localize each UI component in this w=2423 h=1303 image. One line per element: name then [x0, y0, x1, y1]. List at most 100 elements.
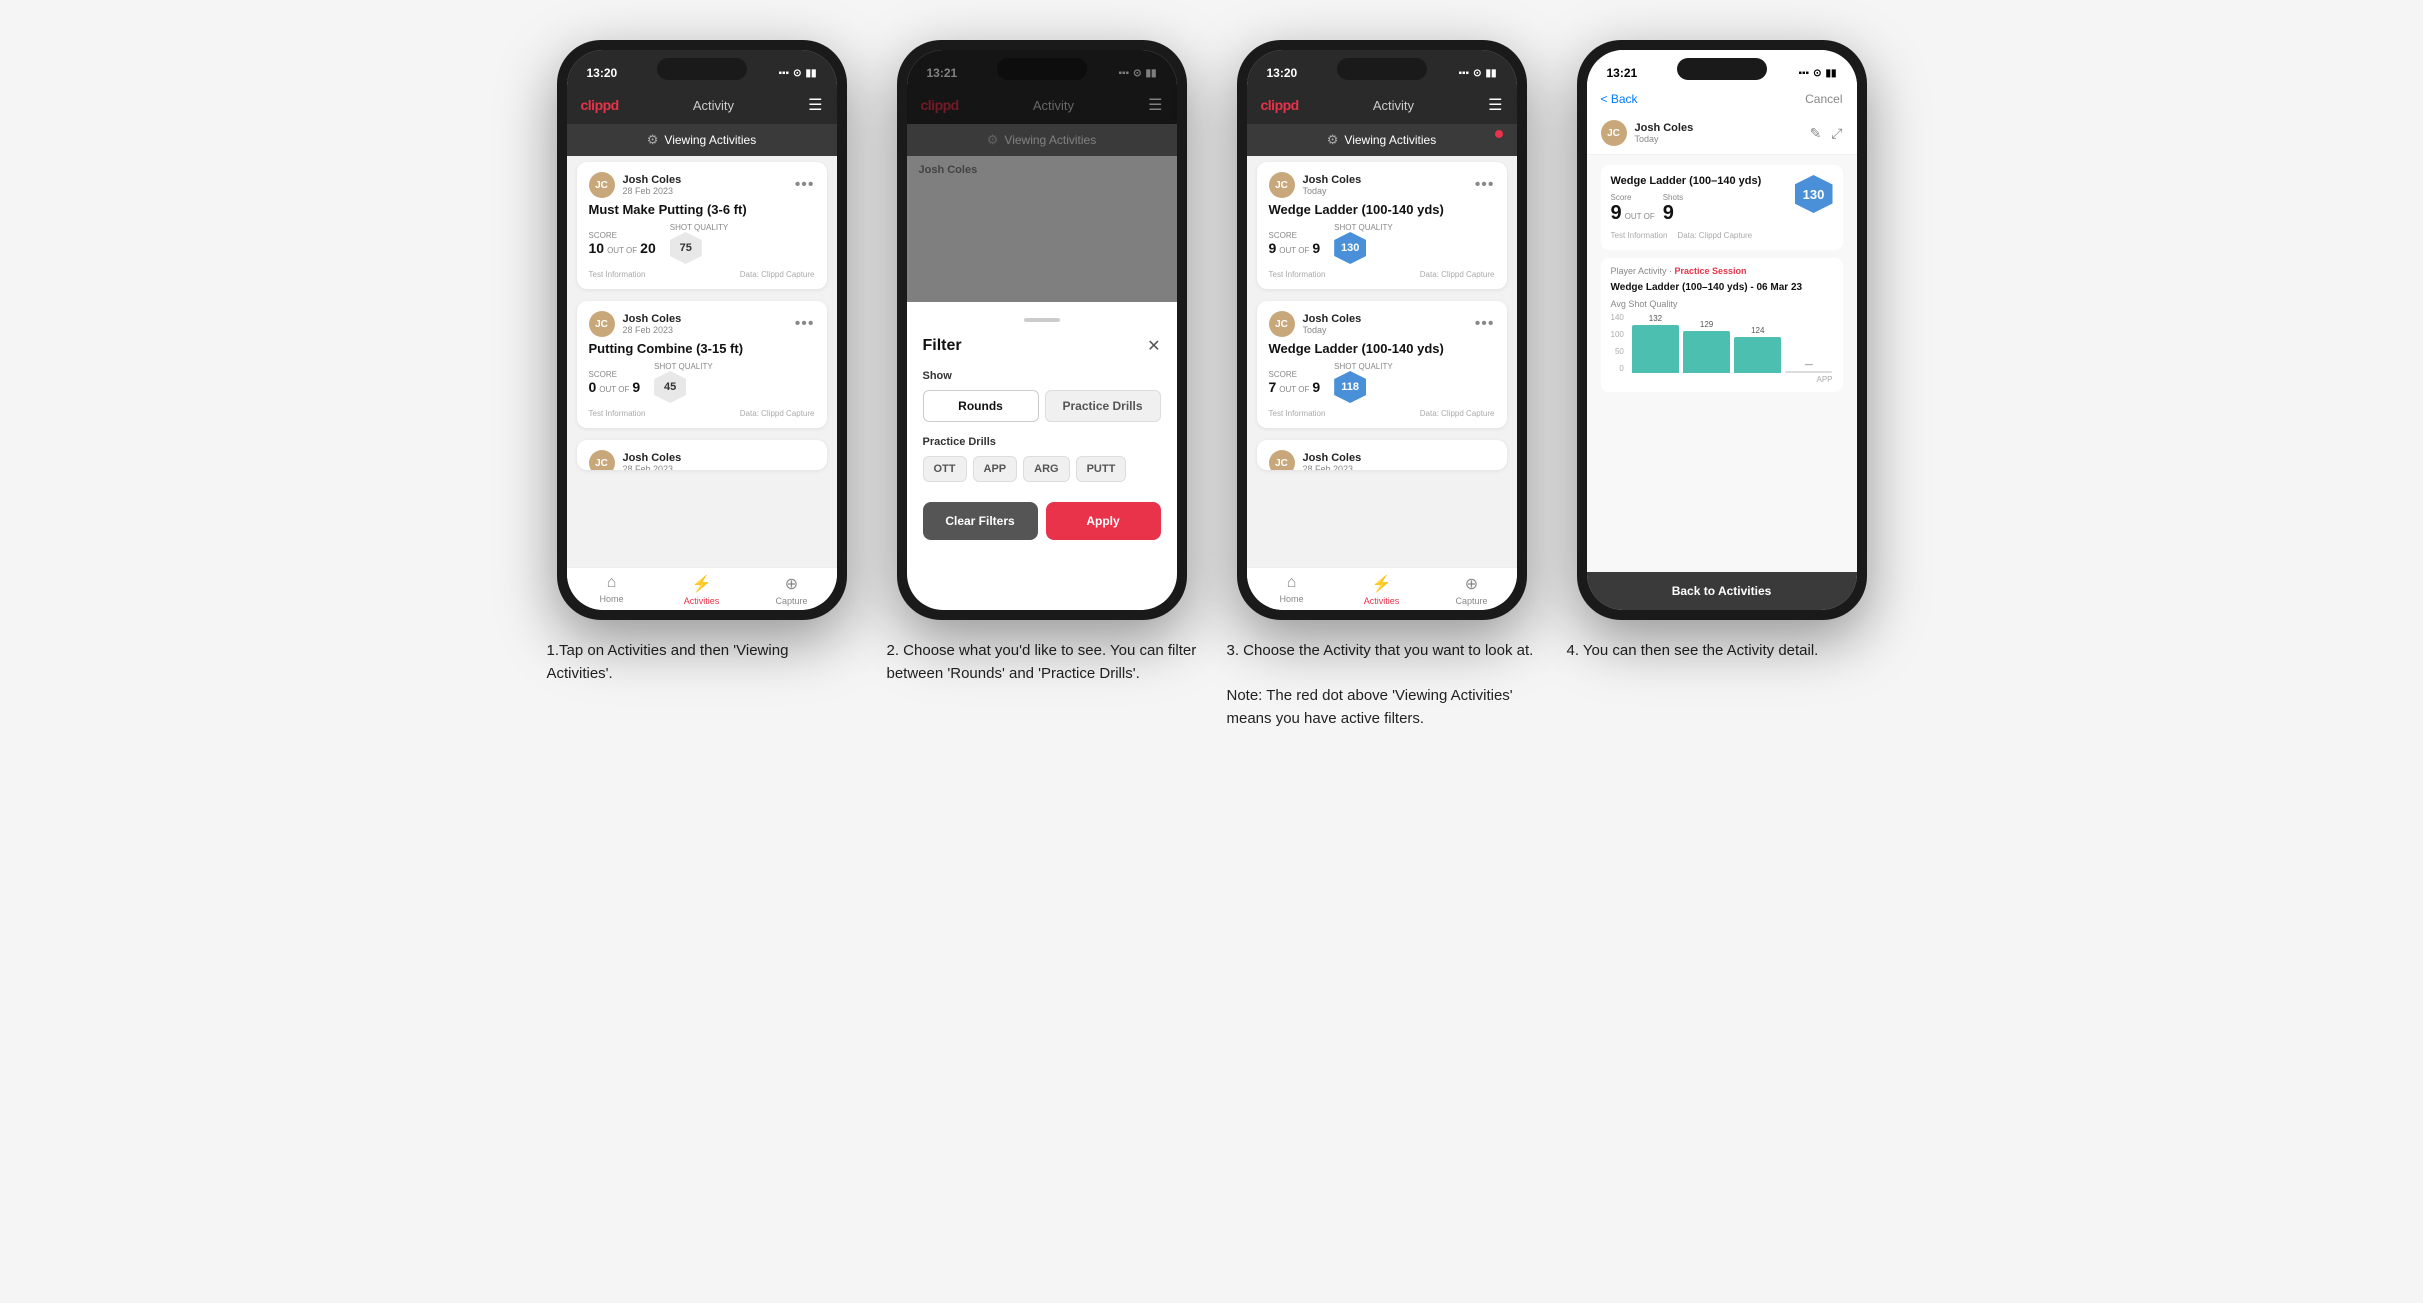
avatar-3-3: JC [1269, 450, 1295, 470]
score-label-3-1: Score [1269, 231, 1321, 240]
data-source-1-1: Data: Clippd Capture [740, 270, 815, 279]
data-source-3-1: Data: Clippd Capture [1420, 270, 1495, 279]
apply-btn[interactable]: Apply [1046, 502, 1161, 540]
chart-subtitle-4: Wedge Ladder (100–140 yds) - 06 Mar 23 [1611, 282, 1833, 293]
card-header-3-2: JC Josh Coles Today ••• [1269, 311, 1495, 337]
hamburger-icon-1[interactable]: ☰ [808, 95, 822, 115]
step-1-col: 13:20 ▪▪▪ ⊙ ▮▮ clippd Activity ☰ ⚙ Vie [547, 40, 857, 730]
activities-icon-1: ⚡ [692, 574, 712, 594]
outof-text-3-2: OUT OF [1279, 385, 1309, 394]
back-to-activities-btn-4[interactable]: Back to Activities [1587, 572, 1857, 610]
score-outof-3-2: 7 OUT OF 9 [1269, 379, 1321, 395]
tab-capture-label-1: Capture [775, 596, 807, 606]
card-footer-3-2: Test Information Data: Clippd Capture [1269, 409, 1495, 418]
bar-rect-2-4 [1683, 331, 1730, 373]
avatar-1-1: JC [589, 172, 615, 198]
avatar-1-3: JC [589, 450, 615, 470]
back-btn-4[interactable]: < Back [1601, 92, 1638, 106]
step-desc-text-1: 1.Tap on Activities and then 'Viewing Ac… [547, 642, 789, 682]
bar-label-1-4: 132 [1649, 314, 1662, 323]
activity-card-1-2[interactable]: JC Josh Coles 28 Feb 2023 ••• Putting Co… [577, 301, 827, 428]
modal-header: Filter ✕ [923, 336, 1161, 356]
shots-value-3-2: 9 [1312, 379, 1320, 395]
score-value-3-2: 7 [1269, 379, 1277, 395]
chart-title-4: Avg Shot Quality [1611, 299, 1833, 309]
tab-home-3[interactable]: ⌂ Home [1247, 574, 1337, 606]
edit-icon-4[interactable]: ✎ [1810, 125, 1822, 142]
phone-inner-4: 13:21 ▪▪▪ ⊙ ▮▮ < Back Cancel JC [1587, 50, 1857, 610]
status-icons-1: ▪▪▪ ⊙ ▮▮ [778, 68, 816, 79]
tab-capture-3[interactable]: ⊕ Capture [1427, 574, 1517, 606]
bar-4-4: — [1785, 360, 1832, 373]
user-name-1-1: Josh Coles [623, 174, 682, 186]
detail-quality-hex-4: 130 [1795, 175, 1833, 213]
quality-group-1-2: Shot Quality 45 [654, 362, 713, 403]
activity-card-3-1[interactable]: JC Josh Coles Today ••• Wedge Ladder (10… [1257, 162, 1507, 289]
step-desc-4: 4. You can then see the Activity detail. [1567, 640, 1877, 663]
drill-arg-btn[interactable]: ARG [1023, 456, 1069, 482]
bar-label-4-4: — [1805, 360, 1813, 369]
user-name-4: Josh Coles [1635, 122, 1694, 134]
card-user-1-2: JC Josh Coles 28 Feb 2023 [589, 311, 682, 337]
clippd-logo-3: clippd [1261, 97, 1299, 113]
rounds-btn[interactable]: Rounds [923, 390, 1039, 422]
wifi-icon-3: ⊙ [1473, 68, 1481, 79]
modal-handle [1024, 318, 1060, 322]
cancel-btn-4[interactable]: Cancel [1805, 92, 1842, 106]
step-desc-text-4: 4. You can then see the Activity detail. [1567, 642, 1819, 659]
more-dots-3-2[interactable]: ••• [1475, 315, 1495, 333]
drill-ott-btn[interactable]: OTT [923, 456, 967, 482]
more-dots-3-1[interactable]: ••• [1475, 176, 1495, 194]
user-name-3-3: Josh Coles [1303, 452, 1362, 464]
clear-filters-btn[interactable]: Clear Filters [923, 502, 1038, 540]
activity-card-3-3[interactable]: JC Josh Coles 28 Feb 2023 [1257, 440, 1507, 470]
test-info-1-2: Test Information [589, 409, 646, 418]
more-dots-1-2[interactable]: ••• [795, 315, 815, 333]
tab-activities-3[interactable]: ⚡ Activities [1337, 574, 1427, 606]
step-desc-3: 3. Choose the Activity that you want to … [1227, 640, 1537, 730]
tab-capture-1[interactable]: ⊕ Capture [747, 574, 837, 606]
bar-label-2-4: 129 [1700, 320, 1713, 329]
notch-3 [1337, 58, 1427, 80]
tab-activities-1[interactable]: ⚡ Activities [657, 574, 747, 606]
bar-label-3-4: 124 [1751, 326, 1764, 335]
user-name-1-3: Josh Coles [623, 452, 682, 464]
test-info-4: Test Information [1611, 231, 1668, 240]
quality-group-3-1: Shot Quality 130 [1334, 223, 1393, 264]
activity-card-1-3[interactable]: JC Josh Coles 28 Feb 2023 [577, 440, 827, 470]
modal-close-icon[interactable]: ✕ [1147, 336, 1160, 356]
status-time-1: 13:20 [587, 66, 618, 80]
activity-card-1-1[interactable]: JC Josh Coles 28 Feb 2023 ••• Must Make … [577, 162, 827, 289]
viewing-banner-3[interactable]: ⚙ Viewing Activities [1247, 124, 1517, 156]
card-header-1-3: JC Josh Coles 28 Feb 2023 [589, 450, 815, 470]
signal-icon-3: ▪▪▪ [1458, 68, 1469, 79]
viewing-banner-1[interactable]: ⚙ Viewing Activities [567, 124, 837, 156]
avatar-3-1: JC [1269, 172, 1295, 198]
card-stats-1-1: Score 10 OUT OF 20 Shot Quality 75 [589, 223, 815, 264]
score-outof-1-2: 0 OUT OF 9 [589, 379, 641, 395]
hamburger-icon-3[interactable]: ☰ [1488, 95, 1502, 115]
drill-putt-btn[interactable]: PUTT [1076, 456, 1127, 482]
nav-title-1: Activity [693, 98, 734, 113]
user-info-3-2: Josh Coles Today [1303, 313, 1362, 335]
tab-home-1[interactable]: ⌂ Home [567, 574, 657, 606]
quality-label-3-2: Shot Quality [1334, 362, 1393, 371]
user-date-1-1: 28 Feb 2023 [623, 186, 682, 196]
score-group-3-1: Score 9 OUT OF 9 [1269, 231, 1321, 256]
scroll-content-1: JC Josh Coles 28 Feb 2023 ••• Must Make … [567, 156, 837, 567]
status-time-3: 13:20 [1267, 66, 1298, 80]
activity-card-3-2[interactable]: JC Josh Coles Today ••• Wedge Ladder (10… [1257, 301, 1507, 428]
viewing-banner-text-3: Viewing Activities [1344, 133, 1436, 147]
user-date-1-2: 28 Feb 2023 [623, 325, 682, 335]
user-date-3-1: Today [1303, 186, 1362, 196]
quality-hex-1-1: 75 [670, 232, 702, 264]
tab-activities-label-1: Activities [684, 596, 720, 606]
chart-bars-4: 132 129 124 [1632, 313, 1833, 373]
user-name-3-2: Josh Coles [1303, 313, 1362, 325]
more-dots-1-1[interactable]: ••• [795, 176, 815, 194]
avatar-4: JC [1601, 120, 1627, 146]
drill-app-btn[interactable]: APP [973, 456, 1018, 482]
expand-icon-4[interactable]: ⤢ [1831, 125, 1842, 142]
test-info-1-1: Test Information [589, 270, 646, 279]
practice-drills-btn[interactable]: Practice Drills [1045, 390, 1161, 422]
